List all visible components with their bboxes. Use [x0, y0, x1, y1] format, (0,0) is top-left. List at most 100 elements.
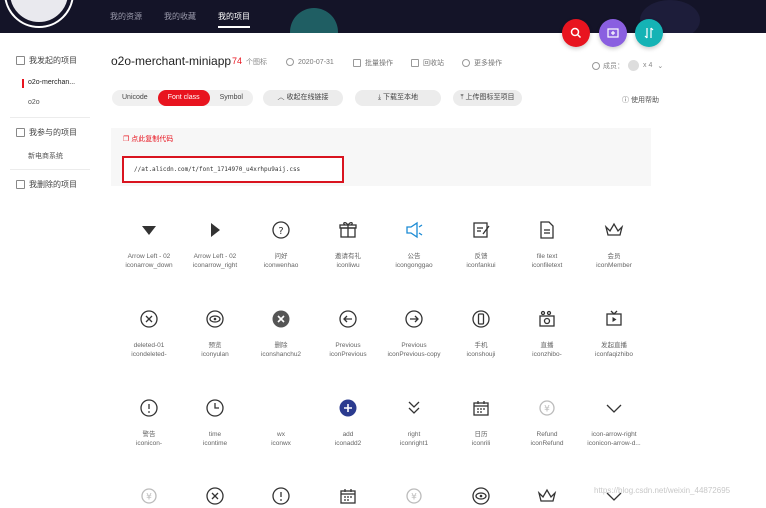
icon-card[interactable]: 发起直播 iconfaqizhibo — [581, 307, 647, 359]
icon-card[interactable]: Previous iconPrevious-copy — [381, 307, 447, 359]
icon-card[interactable]: 公告 icongonggao — [381, 218, 447, 270]
crown-icon — [581, 218, 647, 242]
icon-card[interactable]: ? 问好 iconwenhao — [248, 218, 314, 270]
sort-arrows-icon — [644, 27, 654, 39]
icon-card[interactable]: right iconright1 — [381, 396, 447, 448]
icon-name: 预览 — [208, 342, 222, 349]
x-circle-icon — [182, 484, 248, 508]
calendar-icon — [448, 396, 514, 420]
logo[interactable] — [6, 0, 72, 26]
chevron-up-icon: ︿ — [277, 94, 285, 101]
question-icon: ⓘ — [622, 97, 629, 104]
icon-card[interactable]: 邀请有礼 iconliwu — [315, 218, 381, 270]
sidebar-item-new-ecommerce[interactable]: 新电商系统 — [28, 151, 63, 161]
upload-icon: ⤒ — [460, 94, 464, 101]
download-button[interactable]: ⤓ 下载至本地 — [355, 90, 441, 106]
icon-code: iconfaqizhibo — [595, 351, 633, 358]
feedback-icon — [448, 218, 514, 242]
crown-icon — [514, 484, 580, 508]
icon-card[interactable]: icon-arrow-right iconicon-arrow-d... — [581, 396, 647, 448]
phone-circle-icon — [448, 307, 514, 331]
clock-icon — [286, 58, 294, 66]
batch-operation[interactable]: 批量操作 — [353, 58, 393, 68]
icon-name: Previous — [335, 342, 361, 349]
recycle-bin[interactable]: 回收站 — [411, 58, 444, 68]
icon-code: iconzhibo- — [532, 351, 562, 358]
icon-card[interactable]: deleted-01 icondeleted- — [116, 307, 182, 359]
icon-code: iconPrevious — [329, 351, 367, 358]
icon-card[interactable] — [315, 484, 381, 508]
icon-card[interactable]: wx iconwx — [248, 396, 314, 448]
icon-card[interactable]: ¥ — [116, 484, 182, 508]
copy-icon: ❐ — [123, 136, 130, 143]
upload-icons-button[interactable]: ⤒ 上传图标至项目 — [453, 90, 522, 106]
copy-code-link[interactable]: ❐ 点此复制代码 — [123, 134, 173, 144]
icon-card[interactable] — [448, 484, 514, 508]
css-link-field[interactable]: //at.alicdn.com/t/font_1714970_u4xrhpu9a… — [122, 156, 344, 183]
icon-code: icontime — [202, 440, 228, 447]
icon-card[interactable] — [182, 484, 248, 508]
icon-card[interactable] — [248, 484, 314, 508]
icon-card[interactable]: 会员 iconMember — [581, 218, 647, 270]
svg-text:¥: ¥ — [411, 493, 417, 503]
icon-code: iconrili — [471, 440, 491, 447]
icon-code: iconRefund — [530, 440, 564, 447]
sidebar-group-initiated[interactable]: 我发起的项目 — [16, 55, 77, 66]
icon-card[interactable] — [514, 484, 580, 508]
icon-card[interactable]: 预览 iconyulan — [182, 307, 248, 359]
icon-code: iconfiletext — [531, 262, 563, 269]
icon-card[interactable]: Arrow Left - 02 iconarrow_down — [116, 218, 182, 270]
upload-button[interactable] — [599, 19, 627, 47]
icon-card[interactable]: Previous iconPrevious — [315, 307, 381, 359]
members[interactable]: 成员： x 4 ⌄ — [592, 60, 663, 71]
icon-card[interactable]: 日历 iconrili — [448, 396, 514, 448]
help-link[interactable]: ⓘ 使用帮助 — [622, 95, 659, 105]
icon-card[interactable]: add iconadd2 — [315, 396, 381, 448]
icon-card[interactable]: time icontime — [182, 396, 248, 448]
nav-my-resources[interactable]: 我的资源 — [110, 0, 142, 33]
svg-text:?: ? — [278, 226, 283, 237]
icon-name: 公告 — [407, 253, 421, 260]
arrow-right-circle-icon — [381, 307, 447, 331]
icon-name: file text — [536, 253, 558, 260]
tv-icon — [581, 307, 647, 331]
sort-button[interactable] — [635, 19, 663, 47]
collapse-link-button[interactable]: ︿ 收起在线链接 — [263, 90, 343, 106]
tab-unicode[interactable]: Unicode — [112, 90, 158, 106]
icon-card[interactable]: 直播 iconzhibo- — [514, 307, 580, 359]
icon-code: iconarrow_down — [125, 262, 173, 269]
sidebar-item-o2o-merchant[interactable]: o2o-merchan... — [21, 79, 75, 88]
icon-card[interactable]: file text iconfiletext — [514, 218, 580, 270]
search-button[interactable] — [562, 19, 590, 47]
icon-card[interactable]: ¥ Refund iconRefund — [514, 396, 580, 448]
nav-my-projects[interactable]: 我的项目 — [218, 0, 250, 33]
more-icon — [462, 59, 470, 67]
warning-circle-icon — [116, 396, 182, 420]
sidebar-item-o2o[interactable]: o2o — [28, 99, 40, 106]
tab-font-class[interactable]: Font class — [157, 90, 210, 106]
icon-code: iconwenhao — [263, 262, 299, 269]
format-switch: Unicode Font class Symbol — [112, 90, 253, 106]
more-operations[interactable]: 更多操作 — [462, 58, 502, 68]
icon-code: iconfankui — [466, 262, 496, 269]
sidebar-group-deleted[interactable]: 我删除的项目 — [16, 179, 77, 190]
icon-card[interactable]: ¥ — [381, 484, 447, 508]
icon-card[interactable]: Arrow Left - 02 iconarrow_right — [182, 218, 248, 270]
divider — [10, 169, 90, 170]
icon-code: iconshouji — [466, 351, 496, 358]
arrow-left-circle-icon — [315, 307, 381, 331]
chevron-down-icon — [581, 396, 647, 420]
icon-card[interactable]: 反馈 iconfankui — [448, 218, 514, 270]
trash-icon — [411, 59, 419, 67]
icon-name: Previous — [401, 342, 427, 349]
icon-card[interactable]: 手机 iconshouji — [448, 307, 514, 359]
icon-name: Refund — [536, 431, 558, 438]
nav-my-favorites[interactable]: 我的收藏 — [164, 0, 196, 33]
tab-symbol[interactable]: Symbol — [210, 90, 253, 106]
icon-card[interactable]: 删除 iconshanchu2 — [248, 307, 314, 359]
sidebar-group-participated[interactable]: 我参与的项目 — [16, 127, 77, 138]
plus-filled-icon — [315, 396, 381, 420]
icon-name: Arrow Left - 02 — [193, 253, 237, 260]
icon-card[interactable]: 警告 iconicon- — [116, 396, 182, 448]
search-icon — [570, 27, 582, 39]
